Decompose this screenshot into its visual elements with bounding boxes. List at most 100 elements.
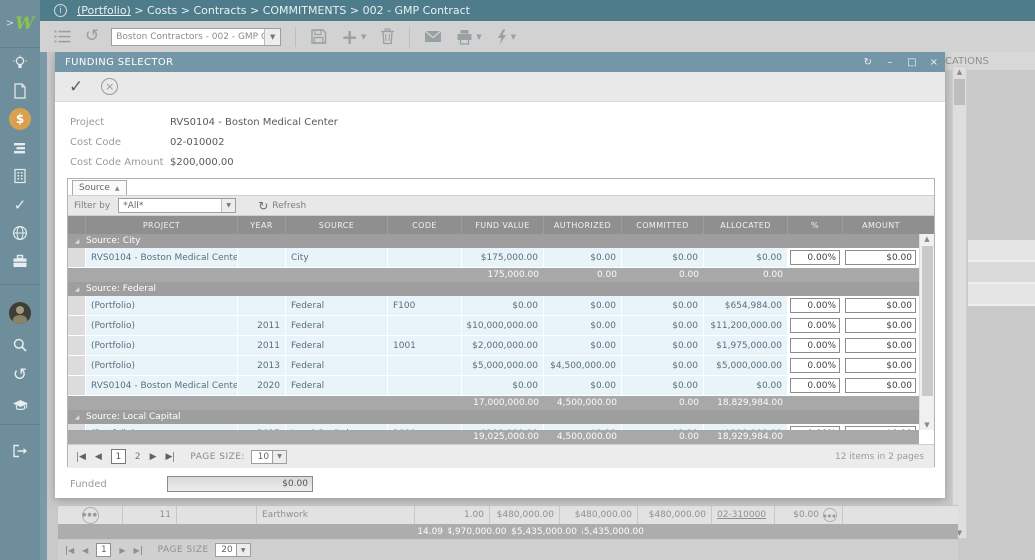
globe-icon[interactable] [0,220,40,246]
cost-code-link[interactable]: 02-310000 [717,510,766,520]
scroll-up-icon[interactable]: ▲ [953,68,966,76]
pager-last-icon[interactable]: ▶ [166,452,175,462]
briefcase-icon[interactable] [0,248,40,274]
scrollbar-thumb[interactable] [922,246,933,396]
modal-refresh-icon[interactable]: ↻ [857,57,879,68]
amount-input[interactable] [845,298,916,313]
col-code[interactable]: CODE [388,216,462,234]
numbered-list-icon[interactable] [54,29,71,44]
scrollbar-thumb[interactable] [954,79,965,105]
col-percent[interactable]: % [788,216,843,234]
pager-next-icon[interactable]: ▶ [119,546,125,555]
table-row[interactable]: (Portfolio) 2011 Federal $10,000,000.00 … [68,316,934,336]
percent-input[interactable] [790,378,840,393]
pager-current-page[interactable]: 1 [96,543,111,557]
pager-first-icon[interactable]: ◀ [77,452,86,462]
actions-dropdown-caret-icon[interactable]: ▼ [511,33,516,41]
funded-menu-dots-icon[interactable]: ●●● [823,508,837,522]
contract-context-dropdown[interactable]: Boston Contractors - 002 - GMP Cor ▼ [111,28,281,46]
table-row[interactable]: (Portfolio) 2011 Federal 1001 $2,000,000… [68,336,934,356]
amount-input[interactable] [845,378,916,393]
pager-prev-icon[interactable]: ◀ [95,452,102,462]
page-size-caret-icon[interactable]: ▼ [273,450,287,464]
amount-input[interactable] [845,358,916,373]
modal-minimize-icon[interactable]: – [879,57,901,68]
table-row-city[interactable]: RVS0104 - Boston Medical Center City $17… [68,248,934,268]
grid-vertical-scrollbar[interactable]: ▲ ▼ [919,234,934,430]
col-year[interactable]: YEAR [238,216,286,234]
percent-input[interactable] [790,338,840,353]
breadcrumb-portfolio-link[interactable]: (Portfolio) [77,4,131,17]
modal-maximize-icon[interactable]: □ [901,57,923,68]
costs-dollar-icon[interactable]: $ [0,106,40,132]
page-vertical-scrollbar[interactable]: ▲ ▼ [952,66,967,539]
info-icon[interactable]: i [54,4,67,17]
group-row-local-capital[interactable]: ◢ Source: Local Capital [68,410,934,424]
filter-caret-icon[interactable]: ▼ [221,199,235,212]
chevron-down-icon[interactable]: ▼ [264,29,280,45]
pager-current-page[interactable]: 1 [111,449,126,464]
amount-input[interactable] [845,338,916,353]
save-button[interactable] [310,28,327,45]
documents-icon[interactable] [0,78,40,104]
col-source[interactable]: SOURCE [286,216,388,234]
amount-input[interactable] [845,250,916,265]
page-size-value[interactable]: 20 [215,543,237,557]
add-button[interactable]: + [341,27,358,47]
amount-input[interactable] [845,426,916,430]
actions-lightning-button[interactable] [496,29,508,45]
col-committed[interactable]: COMMITTED [622,216,704,234]
search-icon[interactable] [0,332,40,358]
logout-icon[interactable] [0,438,40,464]
percent-input[interactable] [790,318,840,333]
print-button[interactable] [456,29,473,45]
group-collapse-icon[interactable]: ◢ [68,286,86,293]
percent-input[interactable] [790,426,840,430]
add-dropdown-caret-icon[interactable]: ▼ [361,33,366,41]
page-size-caret-icon[interactable]: ▼ [237,543,251,557]
group-row-federal[interactable]: ◢ Source: Federal [68,282,934,296]
col-project[interactable]: PROJECT [86,216,238,234]
delete-trash-button[interactable] [380,28,395,45]
cancel-circle-x-button[interactable]: × [101,78,118,95]
col-allocated[interactable]: ALLOCATED [704,216,788,234]
modal-close-icon[interactable]: × [923,57,945,68]
funded-value[interactable]: $0.00 [167,476,313,492]
table-row[interactable]: RVS0104 - Boston Medical Center 2020 Fed… [68,376,934,396]
pager-first-icon[interactable]: ◀ [66,546,74,555]
page-size-value[interactable]: 10 [251,450,273,464]
history-icon[interactable]: ↺ [0,362,40,388]
confirm-check-button[interactable]: ✓ [69,77,83,97]
filter-dropdown[interactable]: *All* ▼ [118,198,236,213]
pager-next-icon[interactable]: ▶ [150,452,157,462]
table-row-clipped[interactable]: (Portfolio) 2015 Local Capital 1000 $100… [68,424,934,430]
tasks-check-icon[interactable]: ✓ [0,192,40,218]
group-by-source-chip[interactable]: Source ▲ [72,180,127,195]
modal-titlebar[interactable]: FUNDING SELECTOR ↻ – □ × [55,52,945,72]
commitment-table-row[interactable]: ●●● 11 Earthwork 1.00 $480,000.00 $480,0… [58,505,958,524]
ideas-lightbulb-icon[interactable] [0,50,40,76]
group-row-city[interactable]: ◢ Source: City [68,234,934,248]
table-row[interactable]: (Portfolio) 2013 Federal $5,000,000.00 $… [68,356,934,376]
mail-button[interactable] [424,30,442,43]
app-logo[interactable]: > W [0,0,40,48]
pager-prev-icon[interactable]: ◀ [82,546,88,555]
group-collapse-icon[interactable]: ◢ [68,414,86,421]
group-collapse-icon[interactable]: ◢ [68,238,86,245]
pager-page-2[interactable]: 2 [135,452,141,462]
pager-last-icon[interactable]: ▶ [133,546,141,555]
schedule-bars-icon[interactable] [0,135,40,161]
graduation-cap-icon[interactable] [0,392,40,418]
col-fund-value[interactable]: FUND VALUE [462,216,544,234]
print-dropdown-caret-icon[interactable]: ▼ [476,33,481,41]
amount-input[interactable] [845,318,916,333]
undo-history-icon[interactable]: ↺ [85,28,99,45]
row-menu-dots-icon[interactable]: ●●● [82,507,99,524]
percent-input[interactable] [790,358,840,373]
percent-input[interactable] [790,250,840,265]
building-icon[interactable] [0,163,40,189]
table-row[interactable]: (Portfolio) Federal F100 $0.00 $0.00 $0.… [68,296,934,316]
col-amount[interactable]: AMOUNT [843,216,919,234]
refresh-button[interactable]: ↻ Refresh [258,199,306,213]
percent-input[interactable] [790,298,840,313]
